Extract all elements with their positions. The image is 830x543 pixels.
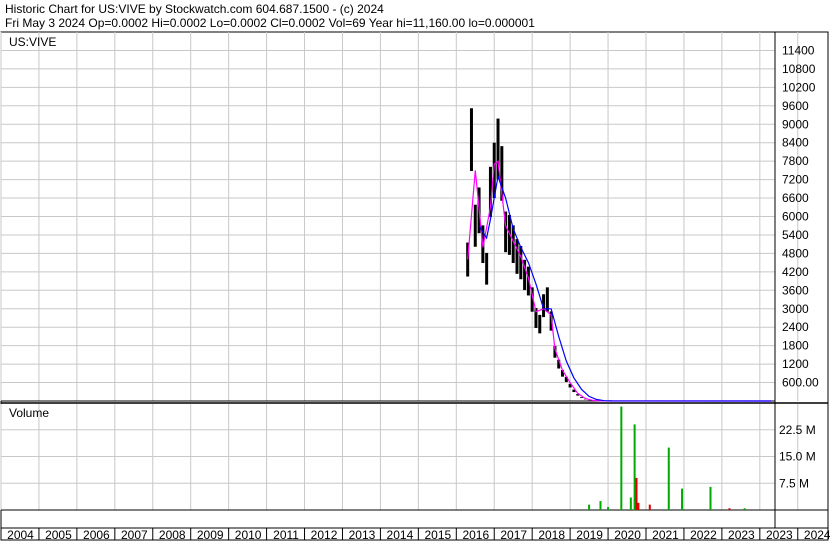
price-marks [466,108,772,402]
volume-bar-8 [648,504,651,510]
price-tick-label-9: 6000 [782,210,809,224]
volume-bar-2 [607,507,610,510]
year-label-15: 2019 [576,528,603,542]
price-tick-label-13: 3600 [782,283,809,297]
price-panel-label: US:VIVE [9,35,56,49]
price-grid [0,32,799,401]
volume-tick-label-1: 15.0 M [779,450,816,464]
year-label-17: 2021 [652,528,679,542]
year-label-11: 2015 [425,528,452,542]
price-tick-label-10: 5400 [782,228,809,242]
year-label-3: 2007 [121,528,148,542]
price-tick-label-2: 10200 [782,80,816,94]
volume-bar-0 [588,504,591,510]
volume-tick-label-2: 7.5 M [779,476,809,490]
volume-bar-7 [637,502,640,510]
year-label-21: 2024 [804,528,830,542]
year-label-18: 2022 [690,528,717,542]
year-label-5: 2009 [197,528,224,542]
volume-bar-11 [709,486,712,510]
price-tick-label-1: 10800 [782,62,816,76]
year-label-7: 2011 [273,528,299,542]
stock-chart: Historic Chart for US:VIVE by Stockwatch… [0,0,830,543]
year-label-20: 2023 [766,528,793,542]
year-label-16: 2020 [614,528,641,542]
volume-panel-label: Volume [9,406,49,420]
price-y-axis: 11400 10800 10200 9600 9000 8400 7800 7200 6600 6… [782,43,819,389]
volume-bar-6 [635,477,638,510]
volume-grid [0,404,799,510]
price-tick-label-16: 1800 [782,339,809,353]
volume-y-axis: 22.5 M 15.0 M 7.5 M [779,423,816,491]
year-label-13: 2017 [500,528,527,542]
price-tick-label-14: 3000 [782,302,809,316]
price-tick-label-15: 2400 [782,320,809,334]
moving-average-short [467,160,772,402]
volume-bar-1 [599,501,602,510]
volume-bar-4 [629,497,632,510]
year-label-19: 2023 [728,528,755,542]
chart-header-quote: Fri May 3 2024 Op=0.0002 Hi=0.0002 Lo=0.… [5,16,535,30]
price-tick-label-5: 8400 [782,136,809,150]
chart-header-title: Historic Chart for US:VIVE by Stockwatch… [5,2,384,16]
chart-frame [0,31,829,541]
year-label-1: 2005 [45,528,72,542]
year-label-0: 2004 [7,528,34,542]
year-label-12: 2016 [462,528,489,542]
volume-bar-12 [728,508,731,510]
year-label-6: 2010 [235,528,262,542]
price-tick-label-18: 600.00 [782,376,819,390]
price-tick-label-8: 6600 [782,191,809,205]
volume-tick-label-0: 22.5 M [779,423,816,437]
volume-bar-3 [620,406,623,510]
year-label-9: 2013 [349,528,376,542]
year-label-8: 2012 [311,528,338,542]
moving-average-long [478,174,772,402]
price-tick-label-3: 9600 [782,99,809,113]
price-tick-label-4: 9000 [782,117,809,131]
price-tick-label-11: 4800 [782,246,809,260]
year-label-14: 2018 [538,528,565,542]
volume-bar-13 [743,508,746,510]
volume-bar-5 [633,424,636,510]
price-tick-label-0: 11400 [782,43,815,57]
price-tick-label-7: 7200 [782,173,809,187]
volume-bar-10 [681,488,684,510]
volume-bar-9 [667,447,670,510]
year-label-2: 2006 [83,528,110,542]
price-tick-label-17: 1200 [782,357,809,371]
price-tick-label-6: 7800 [782,154,809,168]
price-tick-label-12: 4200 [782,265,809,279]
year-label-4: 2008 [159,528,186,542]
year-label-10: 2014 [387,528,414,542]
